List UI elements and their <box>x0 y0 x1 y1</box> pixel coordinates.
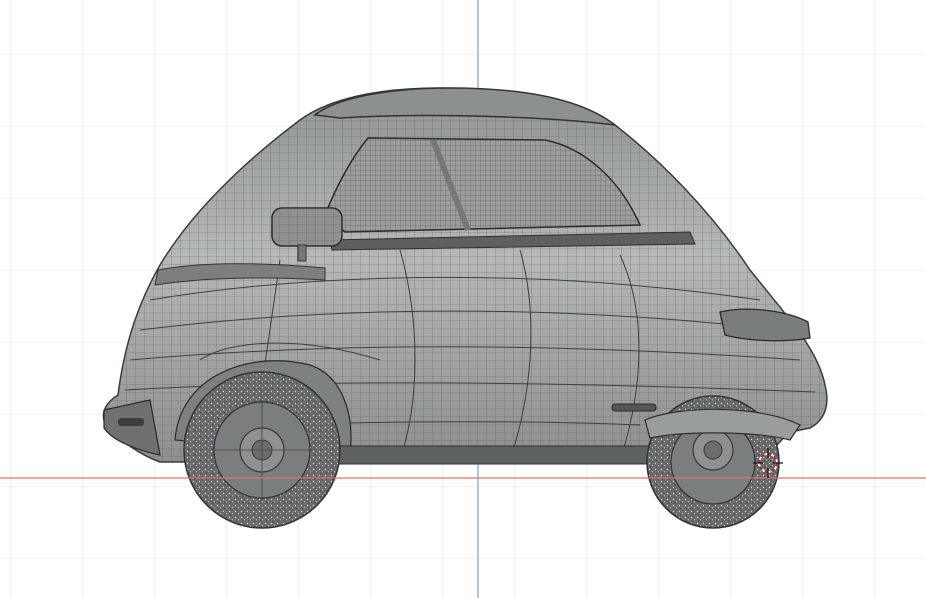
door-handle <box>611 403 657 412</box>
underbody <box>329 445 651 465</box>
3d-viewport[interactable] <box>0 0 926 598</box>
front-reflector <box>118 418 144 426</box>
front-wheel <box>183 371 341 529</box>
viewport-canvas[interactable] <box>0 0 926 598</box>
